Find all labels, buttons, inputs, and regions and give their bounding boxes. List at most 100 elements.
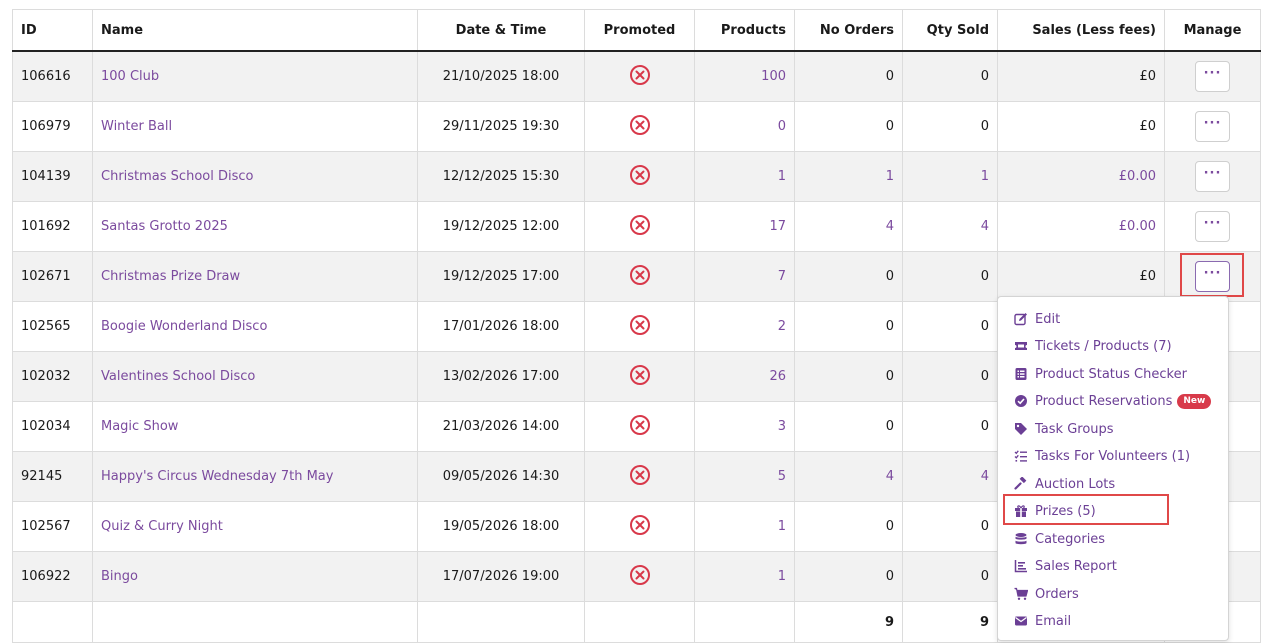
not-promoted-x-icon: [629, 314, 651, 340]
menu-item-product-reservations[interactable]: Product Reservations New: [1014, 390, 1212, 412]
col-header-no-orders[interactable]: No Orders: [794, 9, 903, 52]
menu-item-label: Tasks For Volunteers (1): [1035, 448, 1191, 464]
tag-icon: [1014, 422, 1028, 436]
manage-button[interactable]: ···: [1195, 61, 1230, 92]
products-count-link[interactable]: 3: [694, 401, 795, 452]
chart-icon: [1014, 559, 1028, 573]
not-promoted-x-icon: [629, 164, 651, 190]
cell-datetime: 19/12/2025 12:00: [417, 201, 585, 252]
products-count-link[interactable]: 1: [694, 501, 795, 552]
cell-no-orders[interactable]: 1: [794, 151, 903, 202]
menu-item-email[interactable]: Email: [1014, 610, 1071, 632]
cell-no-orders: 0: [794, 351, 903, 402]
menu-item-product-status-checker[interactable]: Product Status Checker: [1014, 363, 1187, 385]
cell-qty-sold: 0: [902, 101, 998, 152]
products-count-link[interactable]: 5: [694, 451, 795, 502]
products-count-link[interactable]: 0: [694, 101, 795, 152]
col-header-qty-sold[interactable]: Qty Sold: [902, 9, 998, 52]
cell-qty-sold: 0: [902, 501, 998, 552]
cell-sales[interactable]: £0.00: [997, 151, 1165, 202]
col-header-sales[interactable]: Sales (Less fees): [997, 9, 1165, 52]
menu-item-label: Prizes (5): [1035, 503, 1096, 519]
table-row: 101692 Santas Grotto 2025 19/12/2025 12:00…: [12, 201, 1261, 252]
cell-qty-sold: 0: [902, 351, 998, 402]
event-name-link[interactable]: Winter Ball: [92, 101, 418, 152]
event-name-link[interactable]: Bingo: [92, 551, 418, 602]
cell-id: 106616: [12, 50, 93, 102]
products-count-link[interactable]: 1: [694, 151, 795, 202]
menu-item-task-groups[interactable]: Task Groups: [1014, 418, 1114, 440]
event-name-link[interactable]: Christmas Prize Draw: [92, 251, 418, 302]
cell-sales: £0: [997, 251, 1165, 302]
not-promoted-x-icon: [629, 64, 651, 90]
menu-item-label: Product Status Checker: [1035, 366, 1187, 382]
cell-no-orders: 0: [794, 551, 903, 602]
cell-promoted: [584, 301, 695, 352]
menu-item-tasks-for-volunteers-1[interactable]: Tasks For Volunteers (1): [1014, 445, 1190, 467]
products-count-link[interactable]: 2: [694, 301, 795, 352]
cell-promoted: [584, 401, 695, 452]
col-header-products[interactable]: Products: [694, 9, 795, 52]
event-name-link[interactable]: 100 Club: [92, 50, 418, 102]
col-header-name[interactable]: Name: [92, 9, 418, 52]
cell-promoted: [584, 201, 695, 252]
cell-qty-sold[interactable]: 4: [902, 451, 998, 502]
manage-button[interactable]: ···: [1195, 261, 1230, 292]
menu-item-categories[interactable]: Categories: [1014, 528, 1105, 550]
cell-qty-sold: 0: [902, 401, 998, 452]
cell-datetime: 21/03/2026 14:00: [417, 401, 585, 452]
menu-item-sales-report[interactable]: Sales Report: [1014, 555, 1117, 577]
ticket-icon: [1014, 339, 1028, 353]
event-name-link[interactable]: Quiz & Curry Night: [92, 501, 418, 552]
new-badge: New: [1177, 393, 1212, 409]
cell-qty-sold[interactable]: 1: [902, 151, 998, 202]
products-count-link[interactable]: 17: [694, 201, 795, 252]
event-name-link[interactable]: Christmas School Disco: [92, 151, 418, 202]
table-row: 104139 Christmas School Disco 12/12/2025 1…: [12, 151, 1261, 202]
cell-datetime: 21/10/2025 18:00: [417, 50, 585, 102]
totals-empty-cell: [12, 601, 93, 643]
menu-item-edit[interactable]: Edit: [1014, 308, 1060, 330]
menu-item-label: Email: [1035, 613, 1072, 629]
cell-manage: ···: [1164, 201, 1261, 252]
event-name-link[interactable]: Santas Grotto 2025: [92, 201, 418, 252]
cell-sales: £0: [997, 101, 1165, 152]
manage-button[interactable]: ···: [1195, 161, 1230, 192]
cell-no-orders[interactable]: 4: [794, 451, 903, 502]
cell-no-orders[interactable]: 4: [794, 201, 903, 252]
event-name-link[interactable]: Valentines School Disco: [92, 351, 418, 402]
menu-item-label: Auction Lots: [1035, 476, 1116, 492]
col-header-datetime[interactable]: Date & Time: [417, 9, 585, 52]
cell-id: 104139: [12, 151, 93, 202]
manage-button[interactable]: ···: [1195, 211, 1230, 242]
col-header-promoted[interactable]: Promoted: [584, 9, 695, 52]
cell-promoted: [584, 451, 695, 502]
event-name-link[interactable]: Happy's Circus Wednesday 7th May: [92, 451, 418, 502]
manage-button[interactable]: ···: [1195, 111, 1230, 142]
products-count-link[interactable]: 26: [694, 351, 795, 402]
event-name-link[interactable]: Magic Show: [92, 401, 418, 452]
cell-id: 102034: [12, 401, 93, 452]
cell-datetime: 19/12/2025 17:00: [417, 251, 585, 302]
menu-item-label: Categories: [1035, 531, 1106, 547]
menu-item-prizes-5[interactable]: Prizes (5): [1014, 500, 1096, 522]
cell-qty-sold[interactable]: 4: [902, 201, 998, 252]
menu-item-auction-lots[interactable]: Auction Lots: [1014, 473, 1115, 495]
menu-item-tickets-products-7[interactable]: Tickets / Products (7): [1014, 335, 1172, 357]
not-promoted-x-icon: [629, 414, 651, 440]
list-icon: [1014, 367, 1028, 381]
cell-id: 102671: [12, 251, 93, 302]
cell-sales[interactable]: £0.00: [997, 201, 1165, 252]
products-count-link[interactable]: 100: [694, 50, 795, 102]
cell-promoted: [584, 101, 695, 152]
cell-qty-sold: 0: [902, 251, 998, 302]
cell-no-orders: 0: [794, 251, 903, 302]
products-count-link[interactable]: 7: [694, 251, 795, 302]
cell-id: 92145: [12, 451, 93, 502]
not-promoted-x-icon: [629, 464, 651, 490]
col-header-manage: Manage: [1164, 9, 1261, 52]
products-count-link[interactable]: 1: [694, 551, 795, 602]
event-name-link[interactable]: Boogie Wonderland Disco: [92, 301, 418, 352]
col-header-id[interactable]: ID: [12, 9, 93, 52]
menu-item-orders[interactable]: Orders: [1014, 583, 1079, 605]
